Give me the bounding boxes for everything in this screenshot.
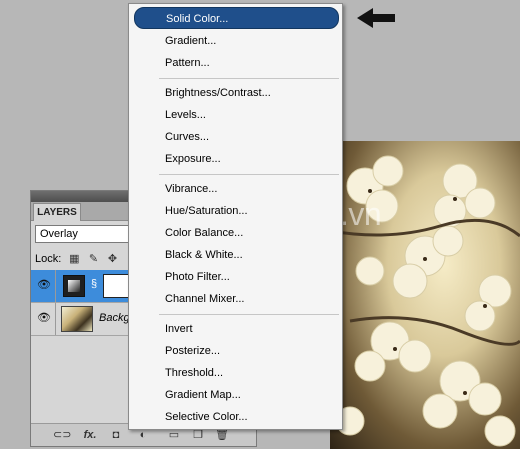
menu-item-posterize[interactable]: Posterize... bbox=[129, 340, 342, 362]
eye-icon[interactable]: 👁 bbox=[37, 279, 51, 291]
menu-item-solid-color[interactable]: Solid Color... bbox=[134, 7, 339, 29]
lock-pixels-icon[interactable]: ✎ bbox=[87, 253, 99, 265]
lock-label: Lock: bbox=[35, 253, 62, 265]
menu-divider bbox=[159, 78, 339, 79]
menu-item-gradient[interactable]: Gradient... bbox=[129, 30, 342, 52]
menu-item-invert[interactable]: Invert bbox=[129, 318, 342, 340]
blossom-photo bbox=[330, 141, 520, 449]
menu-item-black-white[interactable]: Black & White... bbox=[129, 244, 342, 266]
menu-item-curves[interactable]: Curves... bbox=[129, 126, 342, 148]
mask-icon[interactable]: ◘ bbox=[109, 427, 123, 443]
menu-item-gradient-map[interactable]: Gradient Map... bbox=[129, 384, 342, 406]
menu-divider bbox=[159, 314, 339, 315]
menu-item-brightness-contrast[interactable]: Brightness/Contrast... bbox=[129, 82, 342, 104]
adjustment-layer-menu: Solid Color... Gradient... Pattern... Br… bbox=[128, 3, 343, 430]
menu-item-channel-mixer[interactable]: Channel Mixer... bbox=[129, 288, 342, 310]
menu-item-photo-filter[interactable]: Photo Filter... bbox=[129, 266, 342, 288]
menu-item-color-balance[interactable]: Color Balance... bbox=[129, 222, 342, 244]
menu-item-pattern[interactable]: Pattern... bbox=[129, 52, 342, 74]
lock-row: Lock: ▦ ✎ ✥ 🔒 bbox=[35, 251, 139, 267]
divider bbox=[55, 270, 56, 302]
menu-item-vibrance[interactable]: Vibrance... bbox=[129, 178, 342, 200]
menu-item-hue-saturation[interactable]: Hue/Saturation... bbox=[129, 200, 342, 222]
layer-mask-thumbnail[interactable] bbox=[103, 274, 131, 298]
menu-divider bbox=[159, 174, 339, 175]
tab-layers[interactable]: LAYERS bbox=[33, 203, 81, 221]
lock-position-icon[interactable]: ✥ bbox=[106, 253, 118, 265]
chain-link-icon[interactable]: § bbox=[91, 278, 97, 290]
lock-transparency-icon[interactable]: ▦ bbox=[68, 253, 80, 265]
menu-item-exposure[interactable]: Exposure... bbox=[129, 148, 342, 170]
layer-thumbnail bbox=[61, 306, 93, 332]
eye-icon[interactable]: 👁 bbox=[37, 312, 51, 324]
menu-item-levels[interactable]: Levels... bbox=[129, 104, 342, 126]
link-layers-icon[interactable]: ⊂⊃ bbox=[53, 427, 71, 443]
fx-icon[interactable]: fx. bbox=[81, 427, 99, 443]
arrow-left-icon bbox=[357, 8, 395, 28]
menu-item-selective-color[interactable]: Selective Color... bbox=[129, 406, 342, 428]
adjustment-layer-icon bbox=[63, 275, 85, 297]
menu-item-threshold[interactable]: Threshold... bbox=[129, 362, 342, 384]
divider bbox=[55, 303, 56, 335]
